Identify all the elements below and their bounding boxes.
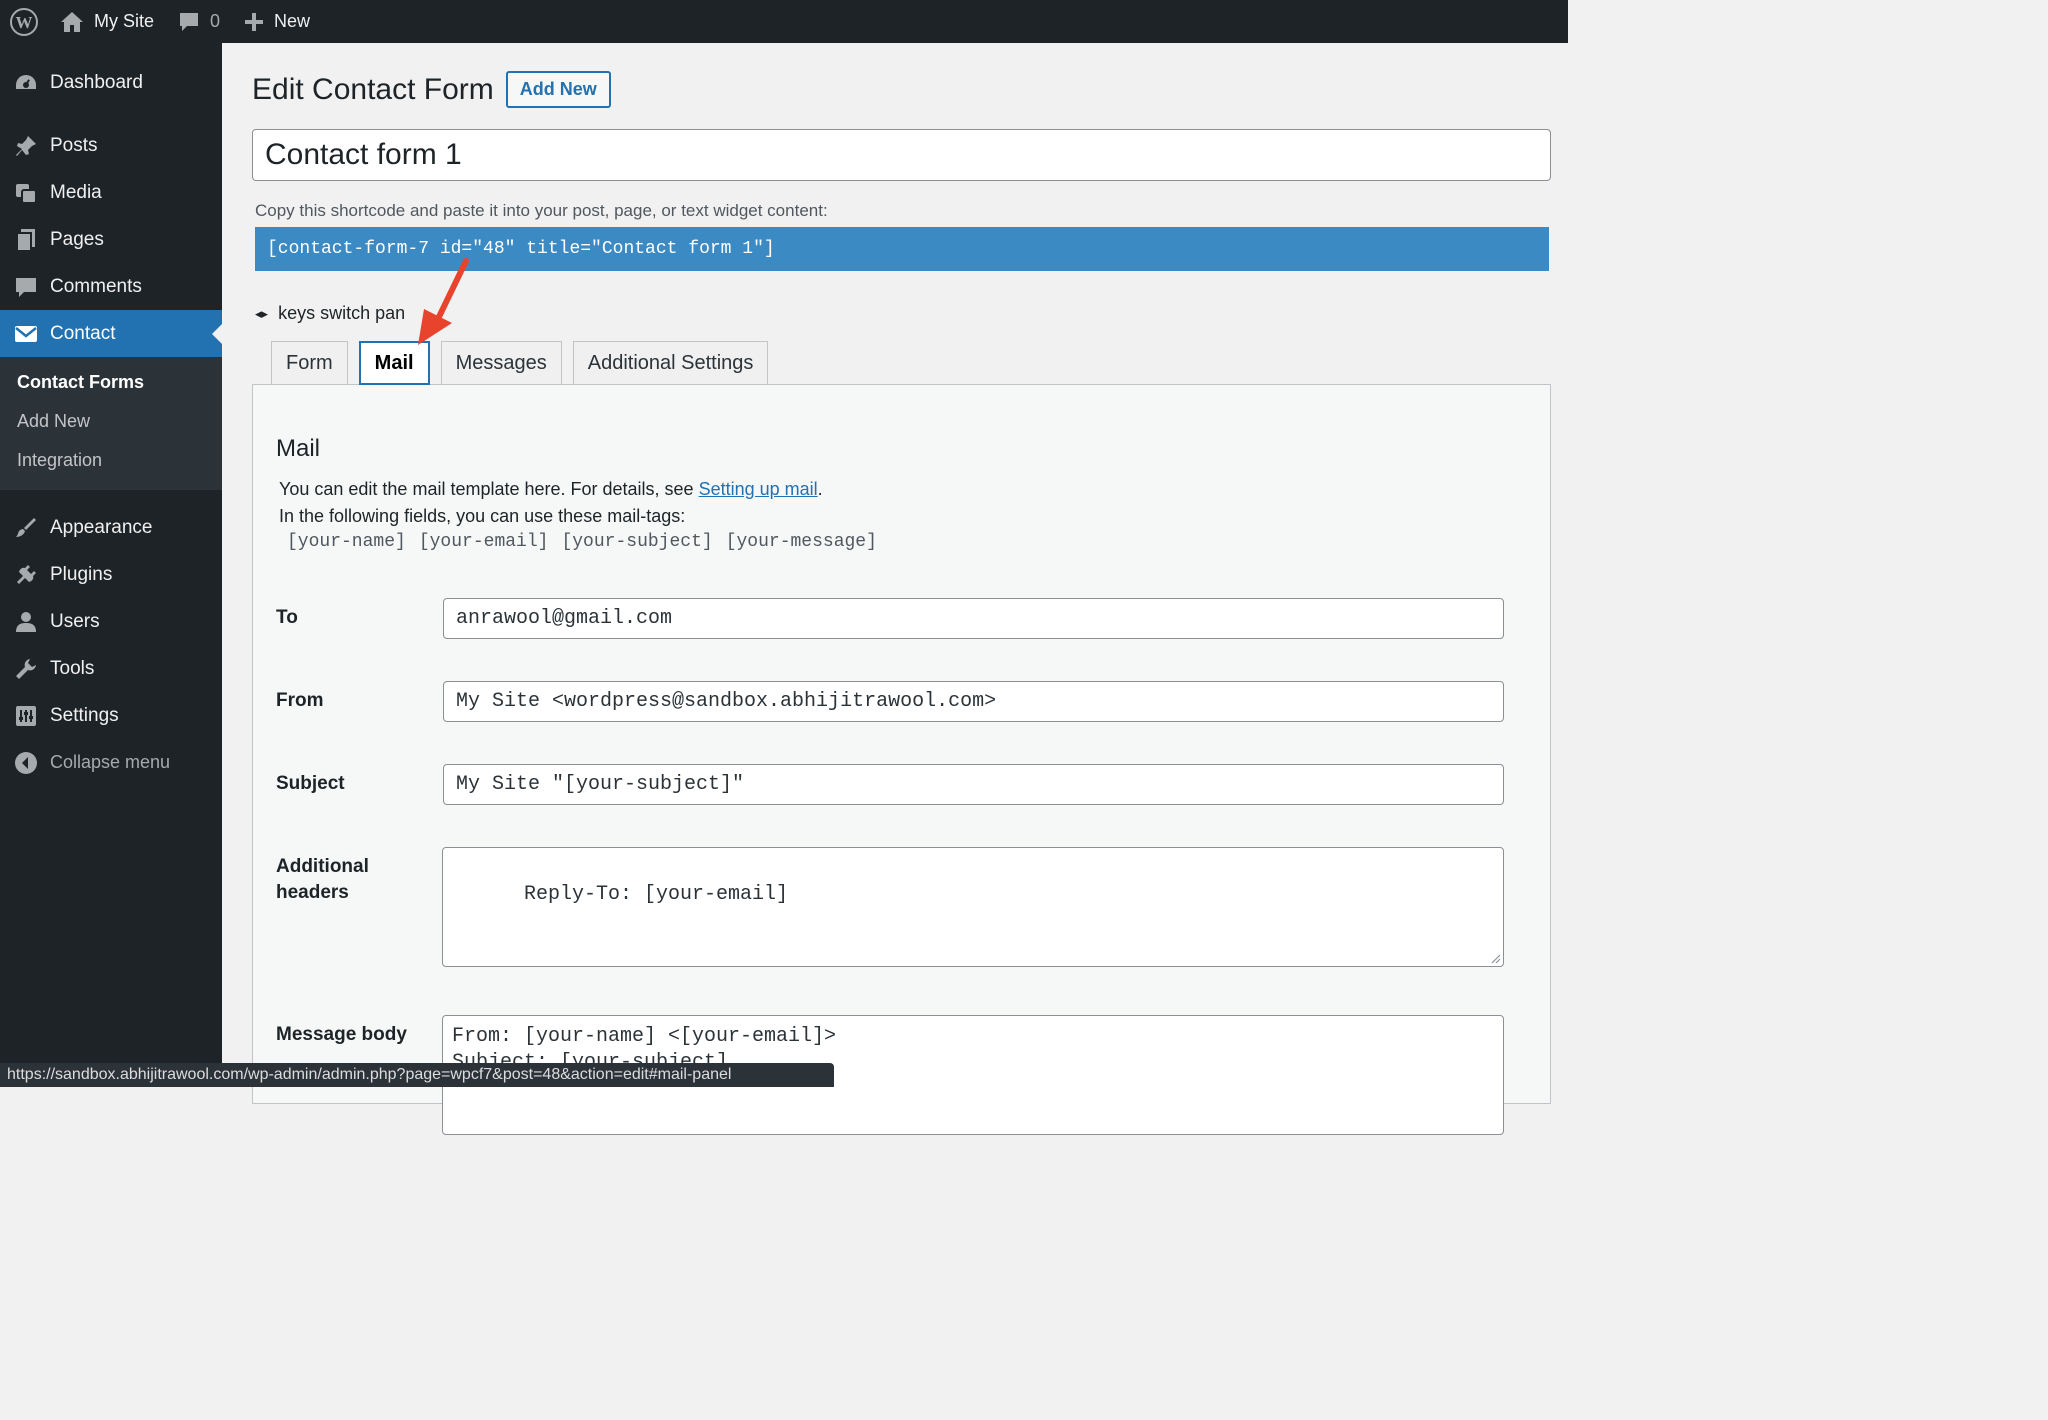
pages-icon <box>13 227 39 253</box>
comment-bubble-icon <box>178 11 200 33</box>
resize-handle-icon[interactable] <box>1489 952 1501 964</box>
site-name-menu[interactable]: My Site <box>48 0 166 43</box>
mail-tags-intro: In the following fields, you can use the… <box>279 506 686 526</box>
tab-additional-settings[interactable]: Additional Settings <box>572 341 769 385</box>
menu-item-posts[interactable]: Posts <box>0 122 222 169</box>
mail-tag: [your-message] <box>725 532 877 552</box>
title-row: Edit Contact Form Add New <box>252 71 611 108</box>
collapse-arrow-icon <box>13 750 39 776</box>
keyboard-hint: ◂▸ keys switch pan <box>255 303 405 324</box>
add-new-button[interactable]: Add New <box>505 71 611 108</box>
menu-item-comments[interactable]: Comments <box>0 263 222 310</box>
to-label: To <box>276 607 298 628</box>
menu-item-tools[interactable]: Tools <box>0 645 222 692</box>
menu-item-label: Posts <box>50 134 98 156</box>
users-icon <box>13 609 39 635</box>
admin-bar: W My Site 0 New <box>0 0 1568 43</box>
contact-submenu: Contact Forms Add New Integration <box>0 357 222 490</box>
wordpress-logo-icon: W <box>9 7 39 37</box>
menu-item-label: Tools <box>50 657 95 679</box>
subject-input[interactable]: My Site "[your-subject]" <box>443 764 1504 805</box>
admin-sidebar: Dashboard Posts Media Pages Comments Con… <box>0 43 222 1087</box>
media-icon <box>13 180 39 206</box>
menu-item-label: Appearance <box>50 516 153 538</box>
menu-item-label: Comments <box>50 275 142 297</box>
menu-item-label: Pages <box>50 228 104 250</box>
wordpress-logo-button[interactable]: W <box>0 0 48 43</box>
arrow-keys-icon: ◂▸ <box>255 305 269 321</box>
keys-hint-text: keys switch pan <box>278 303 406 323</box>
additional-headers-label: Additional headers <box>276 854 369 906</box>
mail-panel: Mail You can edit the mail template here… <box>252 384 1551 1135</box>
menu-item-settings[interactable]: Settings <box>0 692 222 739</box>
menu-item-label: Plugins <box>50 563 113 585</box>
plugin-icon <box>13 562 39 588</box>
mail-description-text: You can edit the mail template here. For… <box>279 479 699 499</box>
envelope-icon <box>13 321 39 347</box>
menu-item-label: Users <box>50 610 100 632</box>
comments-icon <box>13 274 39 300</box>
mail-heading: Mail <box>276 435 321 462</box>
mail-tag: [your-name] <box>287 532 406 552</box>
tab-form[interactable]: Form <box>271 341 348 385</box>
paintbrush-icon <box>13 515 39 541</box>
additional-headers-label-line1: Additional <box>276 856 369 877</box>
annotation-arrow-icon <box>418 258 469 345</box>
menu-item-label: Contact <box>50 322 116 344</box>
browser-status-bar: https://sandbox.abhijitrawool.com/wp-adm… <box>0 1063 834 1087</box>
home-icon <box>60 11 84 33</box>
pushpin-icon <box>13 133 39 159</box>
comments-menu[interactable]: 0 <box>166 0 232 43</box>
submenu-item-integration[interactable]: Integration <box>0 441 222 480</box>
wrench-icon <box>13 656 39 682</box>
menu-item-label: Media <box>50 181 102 203</box>
additional-headers-value: Reply-To: [your-email] <box>524 883 789 906</box>
form-title-input[interactable]: Contact form 1 <box>252 129 1551 181</box>
submenu-item-contact-forms[interactable]: Contact Forms <box>0 363 222 402</box>
submenu-item-add-new[interactable]: Add New <box>0 402 222 441</box>
menu-item-contact[interactable]: Contact <box>0 310 222 357</box>
plus-icon <box>244 12 264 32</box>
panel-tabs: Form Mail Messages Additional Settings <box>271 341 779 385</box>
svg-text:W: W <box>16 13 33 32</box>
mail-description-period: . <box>817 479 823 499</box>
menu-item-users[interactable]: Users <box>0 598 222 645</box>
settings-icon <box>13 703 39 729</box>
mail-tags-list: [your-name] [your-email] [your-subject] … <box>287 532 890 552</box>
comments-count: 0 <box>210 11 221 31</box>
to-input[interactable]: anrawool@gmail.com <box>443 598 1504 639</box>
from-label: From <box>276 690 324 711</box>
new-label: New <box>274 11 311 31</box>
subject-label: Subject <box>276 773 345 794</box>
setting-up-mail-link[interactable]: Setting up mail <box>699 479 818 499</box>
additional-headers-textarea[interactable]: Reply-To: [your-email] <box>442 847 1504 967</box>
additional-headers-label-line2: headers <box>276 882 349 903</box>
menu-item-pages[interactable]: Pages <box>0 216 222 263</box>
site-name-label: My Site <box>94 11 155 31</box>
shortcode-label: Copy this shortcode and paste it into yo… <box>255 201 828 220</box>
mail-description: You can edit the mail template here. For… <box>279 479 823 500</box>
menu-item-dashboard[interactable]: Dashboard <box>0 59 222 106</box>
mail-tag: [your-subject] <box>561 532 713 552</box>
from-input[interactable]: My Site <wordpress@sandbox.abhijitrawool… <box>443 681 1504 722</box>
page-title: Edit Contact Form <box>252 72 494 106</box>
menu-item-media[interactable]: Media <box>0 169 222 216</box>
collapse-menu-label: Collapse menu <box>50 752 171 772</box>
mail-tag: [your-email] <box>418 532 549 552</box>
message-body-label: Message body <box>276 1024 407 1045</box>
menu-item-label: Dashboard <box>50 71 143 93</box>
menu-item-plugins[interactable]: Plugins <box>0 551 222 598</box>
menu-item-appearance[interactable]: Appearance <box>0 504 222 551</box>
new-content-menu[interactable]: New <box>232 0 322 43</box>
dashboard-icon <box>13 70 39 96</box>
collapse-menu-button[interactable]: Collapse menu <box>0 739 222 786</box>
menu-item-label: Settings <box>50 704 119 726</box>
